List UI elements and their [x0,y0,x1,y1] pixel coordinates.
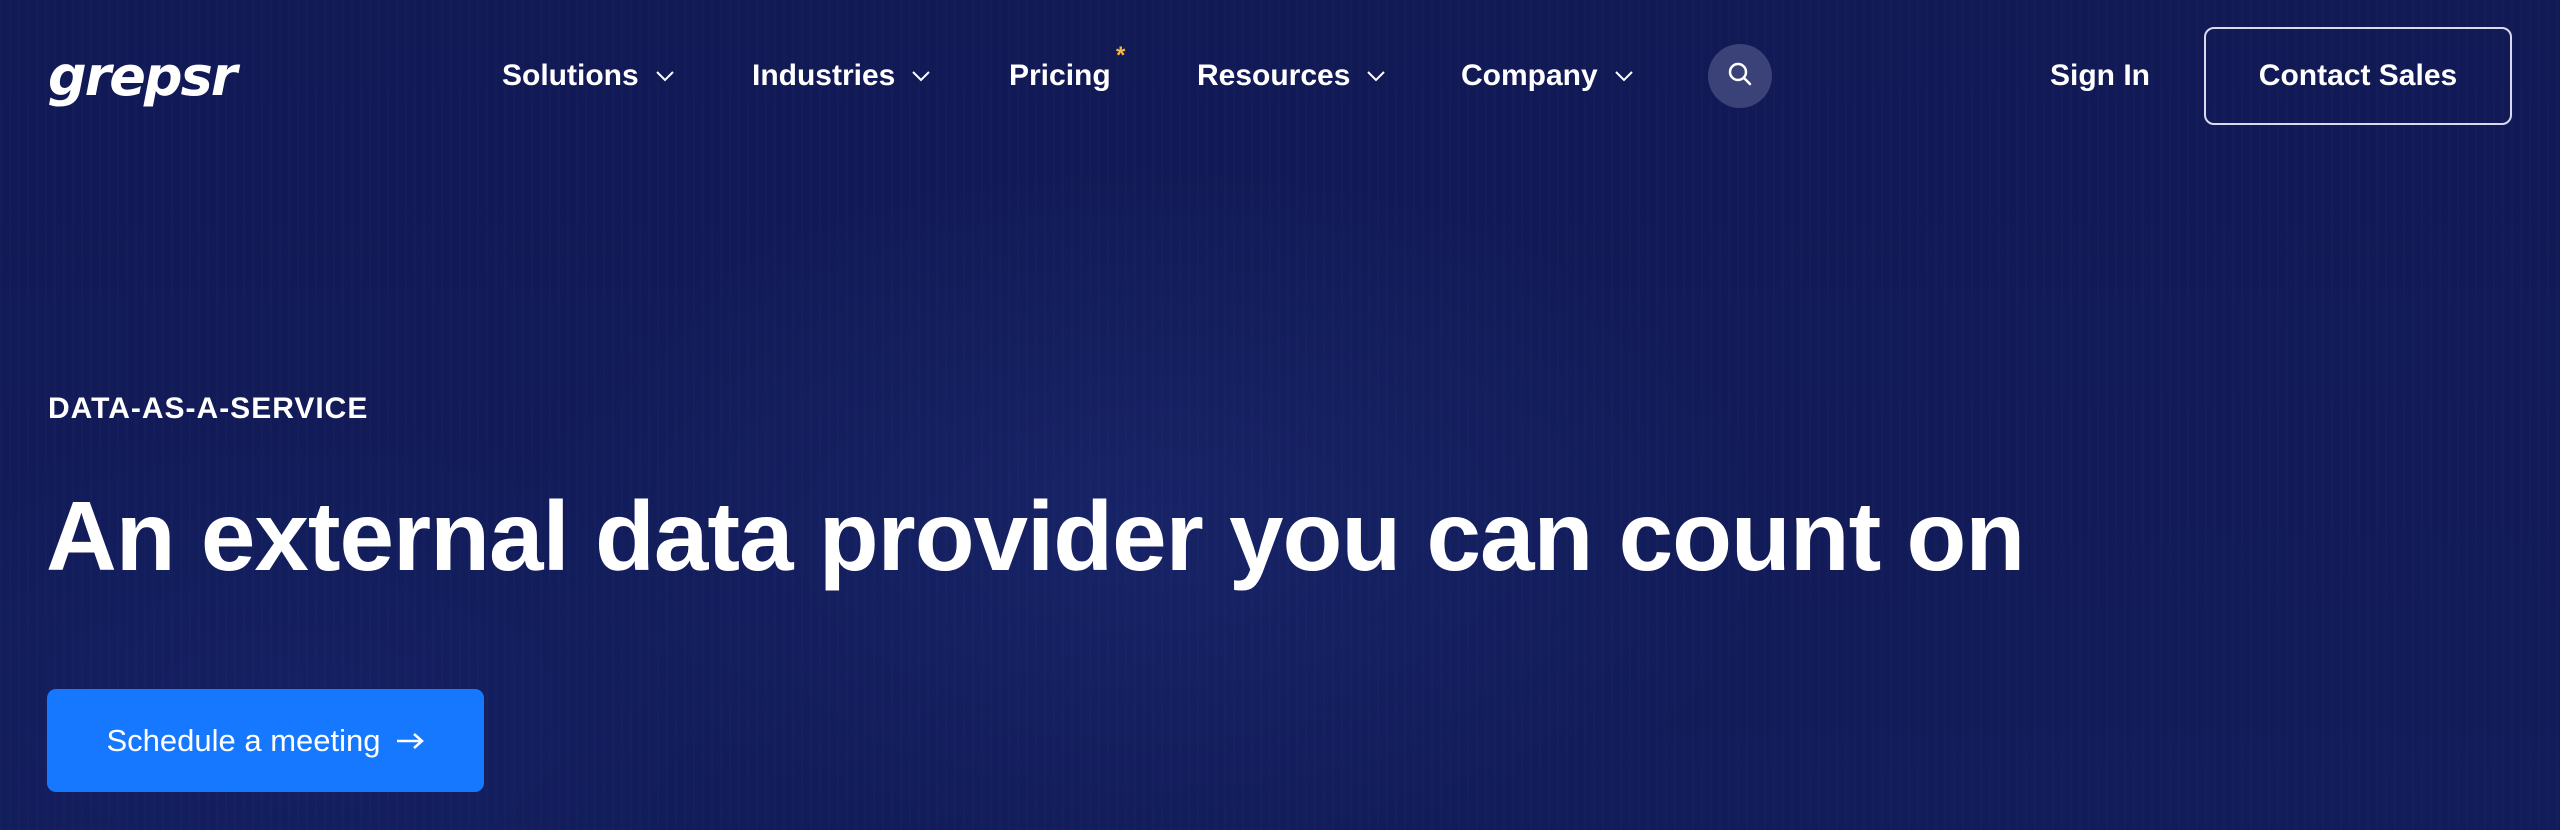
nav-item-pricing[interactable]: Pricing [1009,52,1111,100]
nav-item-resources[interactable]: Resources [1197,52,1386,100]
nav-item-label: Pricing [1009,59,1111,92]
arrow-right-icon [395,723,425,759]
chevron-down-icon [655,66,675,86]
sign-in-link[interactable]: Sign In [2050,54,2150,98]
hero-eyebrow: DATA-AS-A-SERVICE [48,392,369,425]
search-button[interactable] [1708,44,1772,108]
pricing-badge: * [1116,42,1126,69]
nav-item-industries[interactable]: Industries [752,52,931,100]
schedule-meeting-button[interactable]: Schedule a meeting [47,689,484,792]
chevron-down-icon [1614,66,1634,86]
nav-item-solutions[interactable]: Solutions [502,52,675,100]
nav-item-label: Resources [1197,59,1351,92]
contact-sales-button[interactable]: Contact Sales [2204,27,2512,125]
nav-item-label: Industries [752,59,896,92]
nav-item-label: Solutions [502,59,639,92]
cta-label: Schedule a meeting [106,722,381,758]
grepsr-logo[interactable]: grepsr [48,50,237,104]
nav-item-company[interactable]: Company [1461,52,1634,100]
chevron-down-icon [1366,66,1386,86]
search-icon [1726,60,1754,93]
nav-item-label: Company [1461,59,1598,92]
hero-headline: An external data provider you can count … [46,481,2025,591]
chevron-down-icon [911,66,931,86]
